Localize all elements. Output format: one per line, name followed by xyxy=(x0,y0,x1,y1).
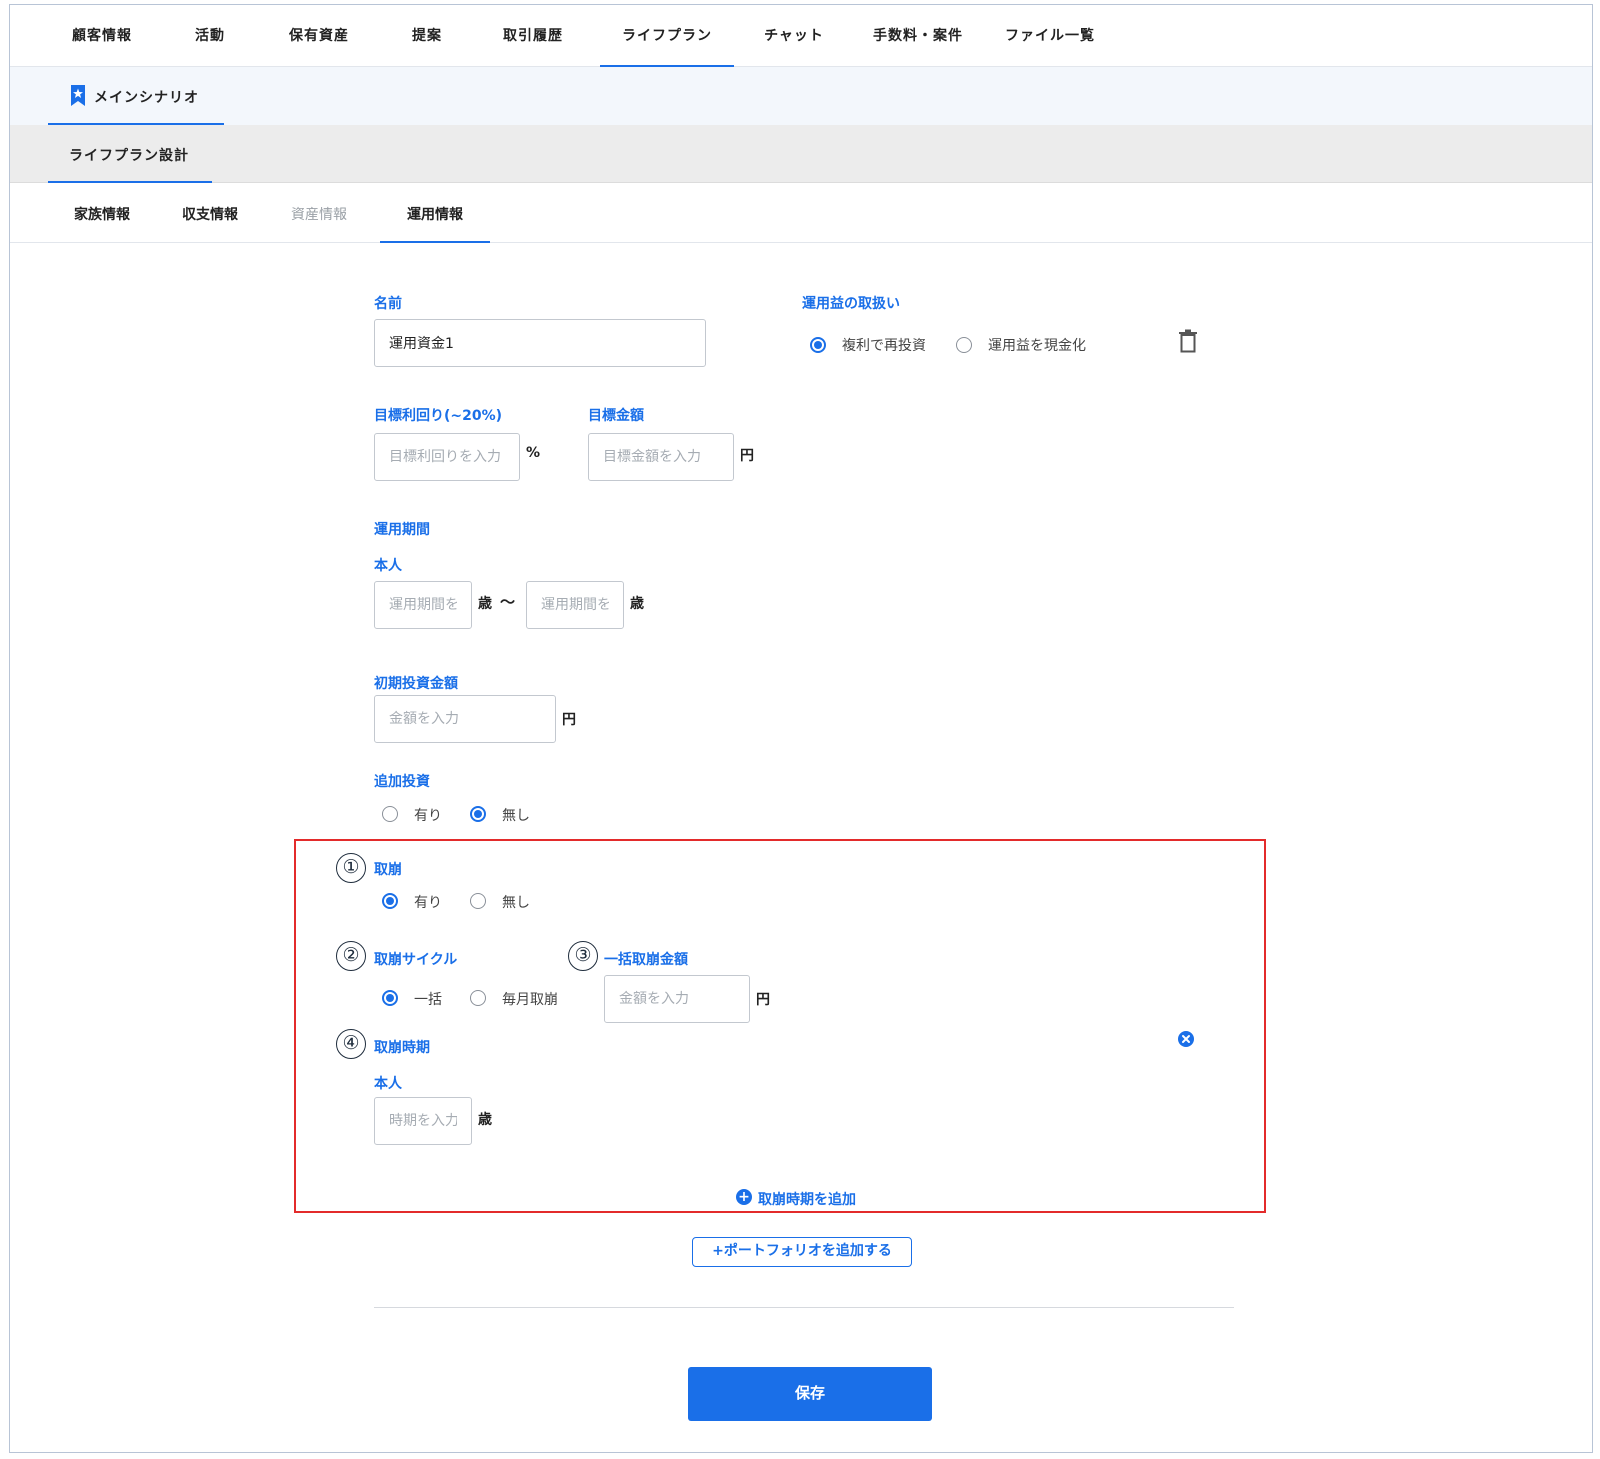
sub-tab-bar: 家族情報 収支情報 資産情報 運用情報 xyxy=(10,183,1592,243)
radio-withdraw-yes-label: 有り xyxy=(414,895,442,911)
initial-investment-label: 初期投資金額 xyxy=(374,676,458,692)
name-label: 名前 xyxy=(374,296,402,312)
period-from-unit: 歳 xyxy=(478,596,492,612)
withdraw-cycle-label: 取崩サイクル xyxy=(374,952,458,968)
target-amount-unit: 円 xyxy=(740,448,754,464)
radio-cycle-monthly[interactable] xyxy=(470,990,486,1006)
yield-unit: % xyxy=(526,445,541,461)
timing-person-label: 本人 xyxy=(374,1076,402,1092)
annotation-1: ① xyxy=(336,853,366,883)
design-bar: ライフプラン設計 xyxy=(10,125,1592,183)
lump-amount-input[interactable] xyxy=(604,975,750,1023)
tab-chat[interactable]: チャット xyxy=(740,5,848,67)
name-input[interactable] xyxy=(374,319,706,367)
plus-circle-icon[interactable]: + xyxy=(736,1189,752,1205)
target-yield-label: 目標利回り(~20%) xyxy=(374,408,503,424)
tab-proposal[interactable]: 提案 xyxy=(380,5,474,67)
tab-trade-history[interactable]: 取引履歴 xyxy=(480,5,586,67)
tab-customer-info[interactable]: 顧客情報 xyxy=(50,5,154,67)
tab-lifeplan[interactable]: ライフプラン xyxy=(600,5,734,67)
tab-holdings[interactable]: 保有資産 xyxy=(266,5,372,67)
lump-amount-unit: 円 xyxy=(756,992,770,1008)
period-to-input[interactable] xyxy=(526,581,624,629)
target-amount-label: 目標金額 xyxy=(588,408,644,424)
design-label: ライフプラン設計 xyxy=(69,148,189,164)
radio-cycle-lump[interactable] xyxy=(382,990,398,1006)
initial-investment-unit: 円 xyxy=(562,712,576,728)
withdraw-timing-label: 取崩時期 xyxy=(374,1040,430,1056)
scenario-bar: メインシナリオ xyxy=(10,67,1592,125)
radio-compound-label: 複利で再投資 xyxy=(842,338,926,354)
lump-amount-label: 一括取崩金額 xyxy=(604,952,688,968)
save-button[interactable]: 保存 xyxy=(688,1367,932,1421)
annotation-3: ③ xyxy=(568,941,598,971)
close-circle-icon[interactable] xyxy=(1178,1031,1194,1047)
scenario-label: メインシナリオ xyxy=(94,90,199,106)
target-yield-input[interactable] xyxy=(374,433,520,481)
divider xyxy=(374,1307,1234,1308)
profit-handling-label: 運用益の取扱い xyxy=(802,296,900,312)
radio-additional-yes[interactable] xyxy=(382,806,398,822)
trash-icon[interactable] xyxy=(1178,329,1198,353)
period-person-label: 本人 xyxy=(374,558,402,574)
radio-cycle-lump-label: 一括 xyxy=(414,992,442,1008)
tab-lifeplan-design[interactable]: ライフプラン設計 xyxy=(48,125,212,183)
period-from-input[interactable] xyxy=(374,581,472,629)
app-frame: 顧客情報 活動 保有資産 提案 取引履歴 ライフプラン チャット 手数料・案件 … xyxy=(9,4,1593,1453)
radio-additional-yes-label: 有り xyxy=(414,808,442,824)
radio-cash-out-label: 運用益を現金化 xyxy=(988,338,1086,354)
annotation-2: ② xyxy=(336,941,366,971)
period-to-unit: 歳 xyxy=(630,596,644,612)
period-label: 運用期間 xyxy=(374,522,430,538)
initial-investment-input[interactable] xyxy=(374,695,556,743)
tab-fees[interactable]: 手数料・案件 xyxy=(856,5,980,67)
radio-additional-no[interactable] xyxy=(470,806,486,822)
add-timing-link[interactable]: 取崩時期を追加 xyxy=(758,1189,856,1209)
radio-additional-no-label: 無し xyxy=(502,808,530,824)
annotation-4: ④ xyxy=(336,1029,366,1059)
target-amount-input[interactable] xyxy=(588,433,734,481)
subtab-investment[interactable]: 運用情報 xyxy=(380,183,490,243)
radio-cash-out[interactable] xyxy=(956,337,972,353)
add-portfolio-button[interactable]: +ポートフォリオを追加する xyxy=(692,1237,912,1267)
radio-cycle-monthly-label: 毎月取崩 xyxy=(502,992,558,1008)
additional-investment-label: 追加投資 xyxy=(374,774,430,790)
top-tab-bar: 顧客情報 活動 保有資産 提案 取引履歴 ライフプラン チャット 手数料・案件 … xyxy=(10,5,1592,67)
scenario-tab-main[interactable]: メインシナリオ xyxy=(48,67,224,125)
radio-withdraw-no[interactable] xyxy=(470,893,486,909)
radio-withdraw-no-label: 無し xyxy=(502,895,530,911)
subtab-income[interactable]: 収支情報 xyxy=(160,183,260,243)
timing-input[interactable] xyxy=(374,1097,472,1145)
subtab-family[interactable]: 家族情報 xyxy=(50,183,154,243)
radio-compound[interactable] xyxy=(810,337,826,353)
tab-files[interactable]: ファイル一覧 xyxy=(988,5,1112,67)
bookmark-star-icon xyxy=(71,85,85,106)
subtab-assets: 資産情報 xyxy=(291,207,347,223)
period-tilde: 〜 xyxy=(500,593,516,611)
radio-withdraw-yes[interactable] xyxy=(382,893,398,909)
withdraw-label: 取崩 xyxy=(374,862,402,878)
tab-activity[interactable]: 活動 xyxy=(160,5,260,67)
timing-unit: 歳 xyxy=(478,1112,492,1128)
